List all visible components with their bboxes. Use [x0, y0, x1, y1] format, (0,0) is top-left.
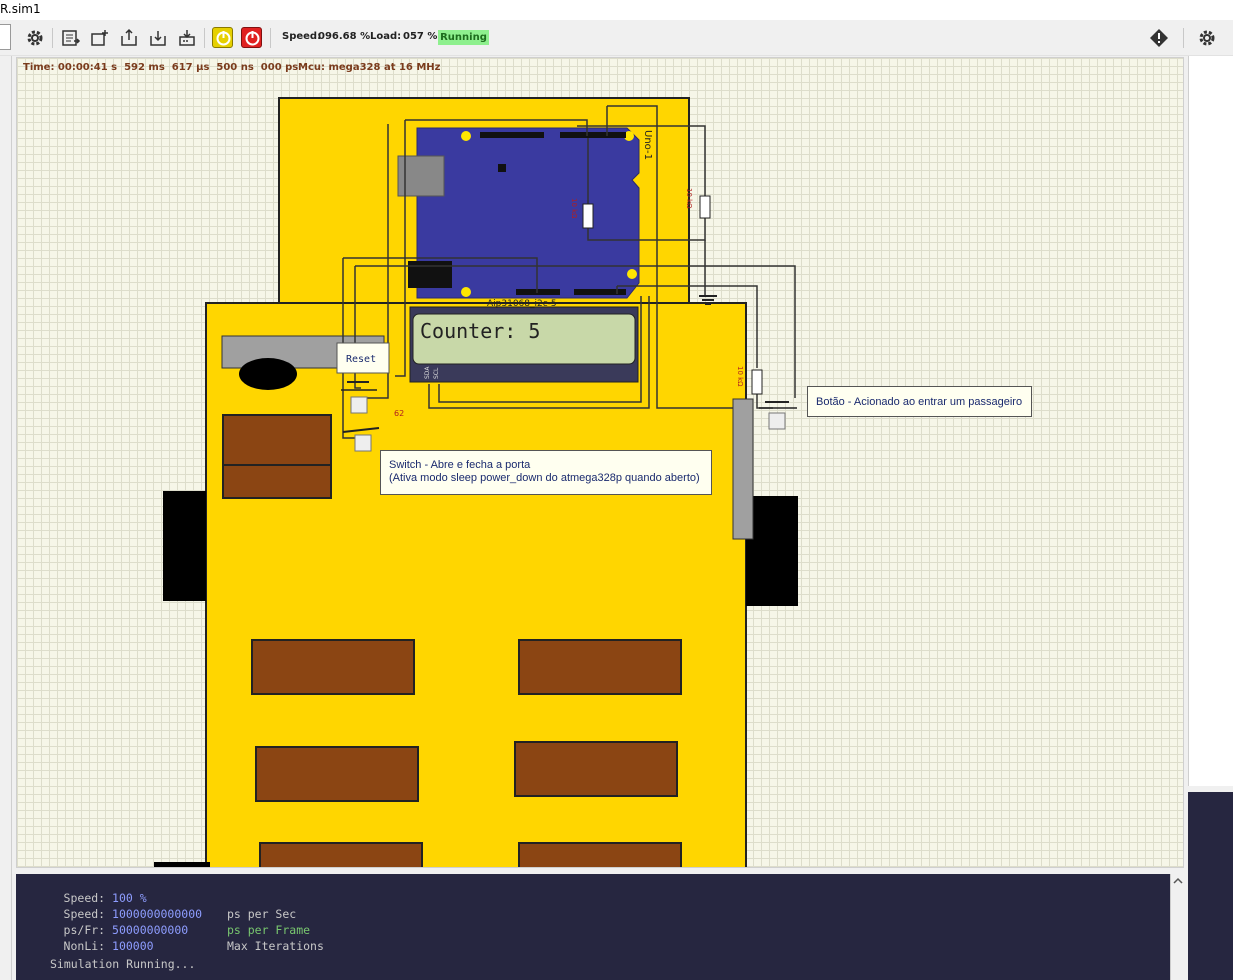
right-panel-console: [1188, 792, 1233, 980]
resistor-r1-label: 10 kΩ: [570, 198, 578, 219]
status-badge: Running: [438, 30, 489, 45]
note-switch-line2: (Ativa modo sleep power_down do atmega32…: [389, 472, 700, 484]
burn-icon[interactable]: [175, 26, 199, 50]
resistor-r3: [751, 369, 763, 395]
window-title: R.sim1: [0, 0, 1233, 20]
passenger-pushbutton[interactable]: [768, 412, 786, 430]
steering-wheel: [239, 358, 297, 390]
resistor-r1: [582, 203, 594, 229]
add-component-icon[interactable]: [88, 26, 112, 50]
lcd-text: Counter: 5: [420, 319, 540, 343]
power-stop-icon[interactable]: [241, 27, 262, 48]
toolbar-separator: [270, 28, 271, 48]
passenger-seat: [518, 639, 682, 695]
reset-label: Reset: [346, 354, 376, 365]
note-button-text: Botão - Acionado ao entrar um passageiro: [816, 396, 1023, 408]
passenger-seat: [259, 842, 423, 867]
simulation-console[interactable]: Speed: 100 % Speed: 1000000000000 ps per…: [16, 874, 1184, 980]
console-scrollbar[interactable]: [1170, 874, 1184, 980]
power-pause-icon[interactable]: [212, 27, 233, 48]
wire-label: 62: [394, 409, 404, 418]
passenger-seat: [518, 842, 682, 867]
speed-value: 096.68 %: [318, 31, 371, 42]
door-switch[interactable]: [354, 434, 372, 452]
passenger-seat: [514, 741, 678, 797]
note-button: Botão - Acionado ao entrar um passageiro: [807, 386, 1032, 417]
load-value: 057 %: [403, 31, 438, 42]
app-window: R.sim1 Speed: 096.68 % Load: 057 % Runni…: [0, 0, 1233, 980]
export-list-icon[interactable]: [59, 26, 83, 50]
right-panel[interactable]: [1188, 56, 1233, 786]
driver-seat: [222, 414, 332, 467]
mount-hole: [627, 269, 637, 279]
mount-hole: [461, 287, 471, 297]
power-jack: [408, 261, 452, 288]
bus-wheel-left: [163, 491, 206, 601]
scroll-up-icon[interactable]: [1171, 874, 1185, 888]
info-icon[interactable]: [1147, 26, 1171, 50]
lcd-pin-sda: SDA: [424, 366, 431, 379]
lcd-pin-scl: SCL: [433, 367, 440, 379]
toolbar-separator: [1183, 28, 1184, 48]
console-status: Simulation Running...: [50, 957, 196, 971]
open-icon[interactable]: [117, 26, 141, 50]
left-panel-tab[interactable]: [0, 24, 11, 50]
mcu-info: Mcu: mega328 at 16 MHz: [298, 62, 441, 73]
simulation-time: Time: 00:00:41 s 592 ms 617 µs 500 ns 00…: [23, 62, 299, 73]
resistor-r2: [699, 195, 711, 219]
settings-icon[interactable]: [23, 26, 47, 50]
load-label: Load:: [370, 31, 402, 42]
board-label: Uno-1: [642, 130, 653, 160]
mount-hole: [461, 131, 471, 141]
passenger-seat: [255, 746, 419, 802]
speed-label: Speed:: [282, 31, 322, 42]
driver-seat-base: [222, 464, 332, 499]
bus-wheel-right: [746, 496, 798, 606]
note-switch: Switch - Abre e fecha a porta (Ativa mod…: [380, 450, 712, 495]
main-toolbar: Speed: 096.68 % Load: 057 % Running: [0, 20, 1233, 56]
reset-button[interactable]: [350, 396, 368, 414]
circuit-canvas[interactable]: Uno-1 Aip31068_i2c-5 Counter: 5 SDA SCL: [16, 57, 1184, 868]
left-panel-strip[interactable]: [0, 24, 12, 980]
note-switch-line1: Switch - Abre e fecha a porta: [389, 459, 531, 471]
toolbar-separator: [204, 28, 205, 48]
passenger-seat: [251, 639, 415, 695]
lcd-label: Aip31068_i2c-5: [487, 299, 557, 309]
chip: [498, 164, 506, 172]
toolbar-separator: [52, 28, 53, 48]
resistor-r3-label: 10 kΩ: [736, 366, 744, 387]
save-icon[interactable]: [146, 26, 170, 50]
settings-icon[interactable]: [1195, 26, 1219, 50]
bus-door: [732, 398, 754, 540]
resistor-r2-label: 10 kΩ: [685, 188, 693, 209]
